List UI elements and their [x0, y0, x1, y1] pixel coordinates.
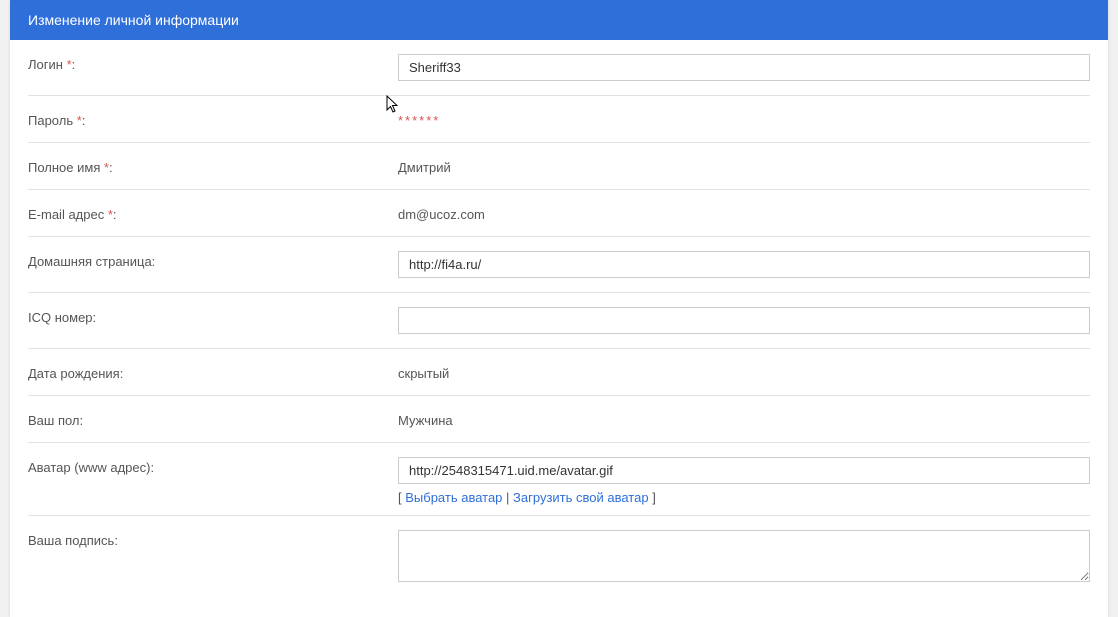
fullname-text: Дмитрий — [398, 157, 451, 175]
label-login: Логин *: — [28, 54, 398, 72]
row-icq: ICQ номер: — [28, 293, 1090, 349]
signature-input[interactable] — [398, 530, 1090, 582]
gender-text: Мужчина — [398, 410, 453, 428]
value-fullname: Дмитрий — [398, 157, 1090, 175]
value-password: ****** — [398, 110, 1090, 128]
avatar-input[interactable] — [398, 457, 1090, 484]
form-body: Логин *: Пароль *: ****** Полное имя *: … — [10, 40, 1108, 617]
label-icq: ICQ номер: — [28, 307, 398, 325]
label-email: E-mail адрес *: — [28, 204, 398, 222]
panel-title: Изменение личной информации — [28, 12, 239, 28]
panel-header: Изменение личной информации — [10, 0, 1108, 40]
value-email: dm@ucoz.com — [398, 204, 1090, 222]
row-login: Логин *: — [28, 40, 1090, 96]
value-icq — [398, 307, 1090, 334]
icq-input[interactable] — [398, 307, 1090, 334]
row-password: Пароль *: ****** — [28, 96, 1090, 143]
profile-edit-panel: Изменение личной информации Логин *: Пар… — [10, 0, 1108, 617]
value-signature — [398, 530, 1090, 585]
label-avatar: Аватар (www адрес): — [28, 457, 398, 475]
row-signature: Ваша подпись: — [28, 516, 1090, 599]
birthdate-text: скрытый — [398, 363, 449, 381]
row-fullname: Полное имя *: Дмитрий — [28, 143, 1090, 190]
value-gender: Мужчина — [398, 410, 1090, 428]
choose-avatar-link[interactable]: Выбрать аватар — [405, 490, 502, 505]
avatar-links: [ Выбрать аватар | Загрузить свой аватар… — [398, 490, 1090, 505]
value-homepage — [398, 251, 1090, 278]
row-homepage: Домашняя страница: — [28, 237, 1090, 293]
label-gender: Ваш пол: — [28, 410, 398, 428]
row-gender: Ваш пол: Мужчина — [28, 396, 1090, 443]
password-masked: ****** — [398, 110, 440, 128]
label-signature: Ваша подпись: — [28, 530, 398, 548]
value-birthdate: скрытый — [398, 363, 1090, 381]
homepage-input[interactable] — [398, 251, 1090, 278]
row-avatar: Аватар (www адрес): [ Выбрать аватар | З… — [28, 443, 1090, 516]
email-text: dm@ucoz.com — [398, 204, 485, 222]
value-login — [398, 54, 1090, 81]
row-birthdate: Дата рождения: скрытый — [28, 349, 1090, 396]
label-fullname: Полное имя *: — [28, 157, 398, 175]
value-avatar: [ Выбрать аватар | Загрузить свой аватар… — [398, 457, 1090, 505]
login-input[interactable] — [398, 54, 1090, 81]
label-homepage: Домашняя страница: — [28, 251, 398, 269]
label-birthdate: Дата рождения: — [28, 363, 398, 381]
row-email: E-mail адрес *: dm@ucoz.com — [28, 190, 1090, 237]
upload-avatar-link[interactable]: Загрузить свой аватар — [513, 490, 649, 505]
label-password: Пароль *: — [28, 110, 398, 128]
